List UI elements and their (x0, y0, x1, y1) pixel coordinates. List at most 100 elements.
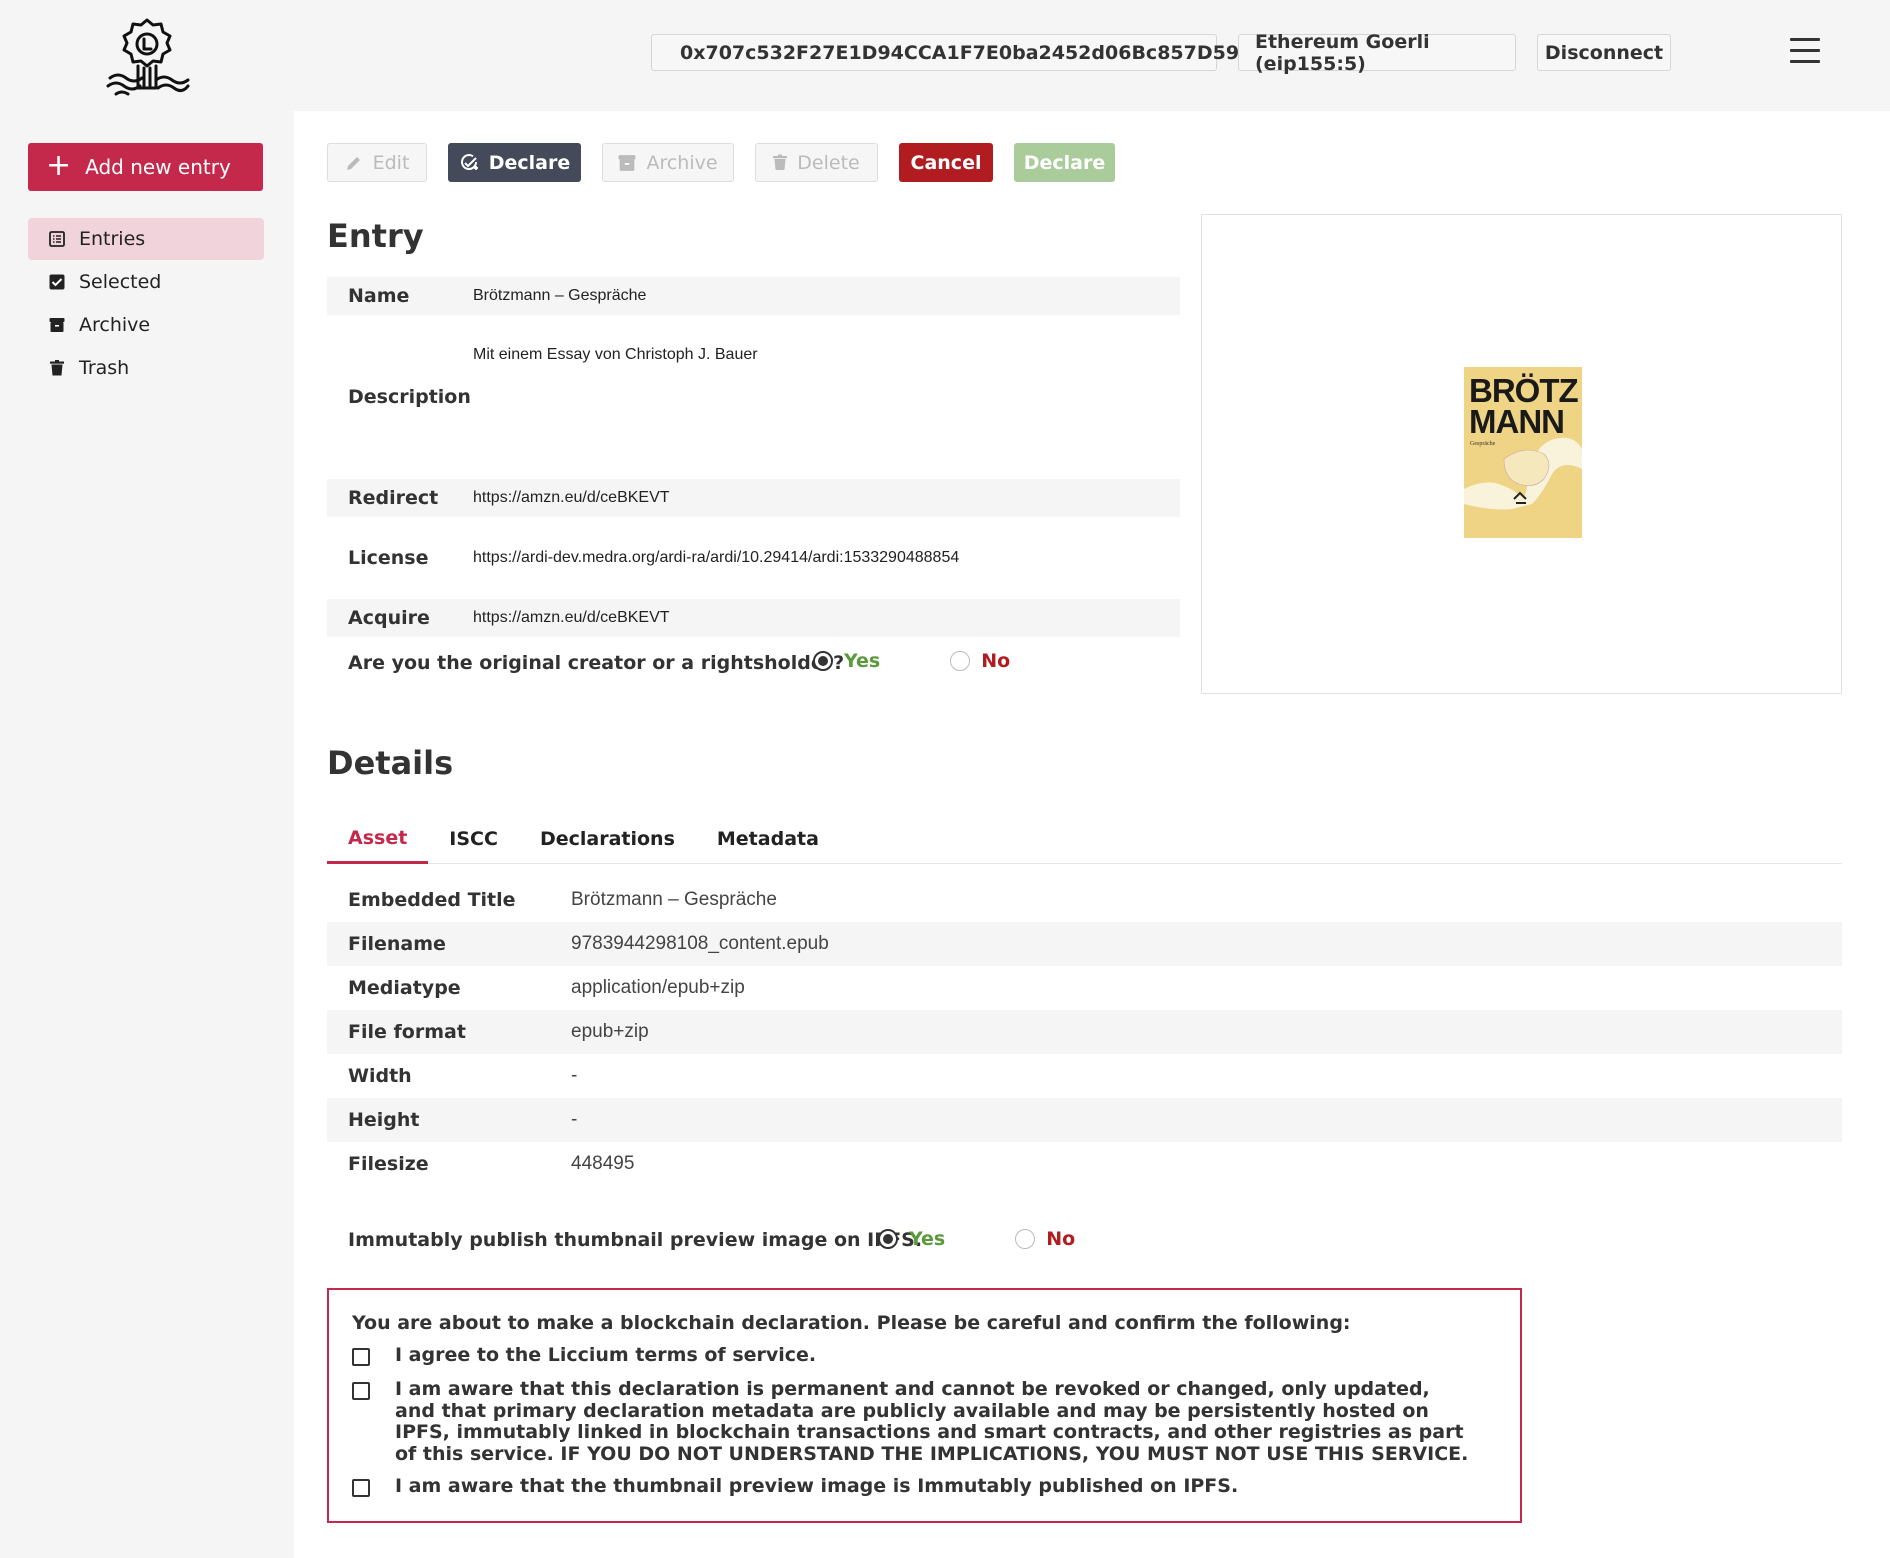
publish-radio-group: Yes No (878, 1228, 1075, 1250)
confirm-item-thumbnail[interactable]: I am aware that the thumbnail preview im… (352, 1475, 1475, 1498)
entry-toolbar: Edit Declare Archive Delete Cancel Decla… (327, 143, 1136, 182)
details-heading: Details (327, 744, 454, 782)
publish-yes-radio[interactable] (878, 1229, 898, 1249)
declare-check-icon (460, 153, 478, 170)
publish-no-radio[interactable] (1015, 1229, 1036, 1249)
add-new-entry-label: Add new entry (85, 155, 231, 179)
edit-label: Edit (372, 151, 410, 174)
asset-label: Height (348, 1109, 420, 1131)
rightsholder-no-label[interactable]: No (981, 650, 1010, 672)
entry-heading: Entry (327, 217, 424, 255)
field-value: https://amzn.eu/d/ceBKEVT (473, 609, 670, 626)
network-label: Ethereum Goerli (eip155:5) (1255, 30, 1430, 75)
table-row: File format epub+zip (327, 1010, 1842, 1054)
rightsholder-yes-label[interactable]: Yes (844, 650, 880, 672)
table-row: Filename 9783944298108_content.epub (327, 922, 1842, 966)
terms-checkbox[interactable] (352, 1348, 370, 1366)
asset-table: Embedded Title Brötzmann – Gespräche Fil… (327, 878, 1842, 1186)
confirm-intro: You are about to make a blockchain decla… (352, 1312, 1351, 1334)
asset-label: Embedded Title (348, 889, 516, 911)
asset-value: - (571, 1065, 578, 1086)
cancel-button[interactable]: Cancel (899, 143, 993, 182)
pencil-icon (346, 156, 360, 170)
archive-icon (48, 316, 66, 334)
delete-button[interactable]: Delete (755, 143, 878, 182)
rightsholder-no-radio[interactable] (950, 651, 971, 671)
confirm-declare-label: Declare (1023, 151, 1106, 174)
field-value: Mit einem Essay von Christoph J. Bauer (473, 346, 758, 363)
entry-row-description: Description Mit einem Essay von Christop… (327, 315, 1180, 479)
table-row: Filesize 448495 (327, 1142, 1842, 1186)
disconnect-label: Disconnect (1544, 41, 1664, 64)
confirm-declare-button[interactable]: Declare (1014, 143, 1115, 182)
table-row: Mediatype application/epub+zip (327, 966, 1842, 1010)
main-panel: Edit Declare Archive Delete Cancel Decla… (294, 111, 1890, 1558)
sidebar-item-trash[interactable]: Trash (28, 347, 264, 389)
asset-label: Mediatype (348, 977, 461, 999)
edit-button[interactable]: Edit (327, 143, 427, 182)
confirm-item-text: I agree to the Liccium terms of service. (395, 1344, 817, 1366)
sidebar-nav: Entries Selected Archive Trash (28, 218, 264, 390)
sidebar-item-label: Selected (79, 271, 162, 293)
sidebar-item-entries[interactable]: Entries (28, 218, 264, 260)
entry-row-acquire: Acquire https://amzn.eu/d/ceBKEVT (327, 599, 1180, 637)
menu-bar (1790, 38, 1820, 41)
tab-asset[interactable]: Asset (327, 814, 429, 864)
declare-button[interactable]: Declare (448, 143, 581, 182)
liccium-logo[interactable] (104, 16, 190, 100)
tab-iscc[interactable]: ISCC (428, 814, 519, 864)
confirm-item-permanent[interactable]: I am aware that this declaration is perm… (352, 1378, 1475, 1465)
sidebar-item-label: Entries (79, 228, 146, 250)
entry-row-redirect: Redirect https://amzn.eu/d/ceBKEVT (327, 479, 1180, 517)
asset-label: File format (348, 1021, 466, 1043)
asset-value: Brötzmann – Gespräche (571, 889, 777, 910)
sidebar-item-selected[interactable]: Selected (28, 261, 264, 303)
rightsholder-question: Are you the original creator or a rights… (348, 652, 845, 674)
entry-row-license: License https://ardi-dev.medra.org/ardi-… (327, 517, 1180, 599)
menu-icon[interactable] (1790, 38, 1820, 66)
sidebar-item-label: Trash (79, 357, 130, 379)
asset-value: epub+zip (571, 1021, 649, 1042)
thumbnail-preview: BRÖTZ MANN Gespräche (1201, 214, 1842, 694)
sidebar-item-label: Archive (79, 314, 151, 336)
field-label: Acquire (348, 607, 430, 629)
confirm-item-text: I am aware that the thumbnail preview im… (395, 1475, 1239, 1497)
permanent-checkbox[interactable] (352, 1382, 370, 1400)
tab-metadata[interactable]: Metadata (696, 814, 840, 864)
thumbnail-checkbox[interactable] (352, 1479, 370, 1497)
table-row: Height - (327, 1098, 1842, 1142)
network-button[interactable]: Ethereum Goerli (eip155:5) (1238, 31, 1516, 75)
field-label: Redirect (348, 487, 439, 509)
wallet-address-button[interactable]: 0x707c532F27E1D94CCA1F7E0ba2452d06Bc857D… (651, 34, 1239, 71)
book-cover-image: BRÖTZ MANN Gespräche (1464, 367, 1582, 538)
cover-title: BRÖTZ MANN (1469, 374, 1579, 438)
trash-icon (773, 154, 788, 170)
add-new-entry-button[interactable]: + Add new entry (28, 143, 263, 191)
asset-value: application/epub+zip (571, 977, 745, 998)
archive-button[interactable]: Archive (602, 143, 734, 182)
declare-label: Declare (488, 151, 571, 174)
publish-thumbnail-question: Immutably publish thumbnail preview imag… (348, 1229, 923, 1251)
asset-value: - (571, 1109, 578, 1130)
details-tabs: Asset ISCC Declarations Metadata (327, 814, 1842, 864)
menu-bar (1790, 60, 1820, 63)
field-label: License (348, 547, 429, 569)
field-value: https://amzn.eu/d/ceBKEVT (473, 489, 670, 506)
asset-label: Width (348, 1065, 412, 1087)
archive-icon (619, 154, 636, 171)
menu-bar (1790, 49, 1820, 52)
rightsholder-yes-radio[interactable] (813, 651, 833, 671)
confirm-item-terms[interactable]: I agree to the Liccium terms of service. (352, 1344, 1475, 1367)
publish-yes-label[interactable]: Yes (909, 1228, 945, 1250)
publish-no-label[interactable]: No (1046, 1228, 1075, 1250)
cover-illustration (1464, 437, 1582, 510)
plus-icon: + (46, 147, 72, 183)
tab-declarations[interactable]: Declarations (519, 814, 696, 864)
asset-label: Filename (348, 933, 446, 955)
entry-fields: Name Brötzmann – Gespräche Description M… (327, 277, 1180, 637)
sidebar-item-archive[interactable]: Archive (28, 304, 264, 346)
delete-label: Delete (797, 151, 860, 174)
field-value: https://ardi-dev.medra.org/ardi-ra/ardi/… (473, 549, 960, 566)
disconnect-button[interactable]: Disconnect (1537, 34, 1671, 71)
field-label: Description (348, 386, 471, 408)
